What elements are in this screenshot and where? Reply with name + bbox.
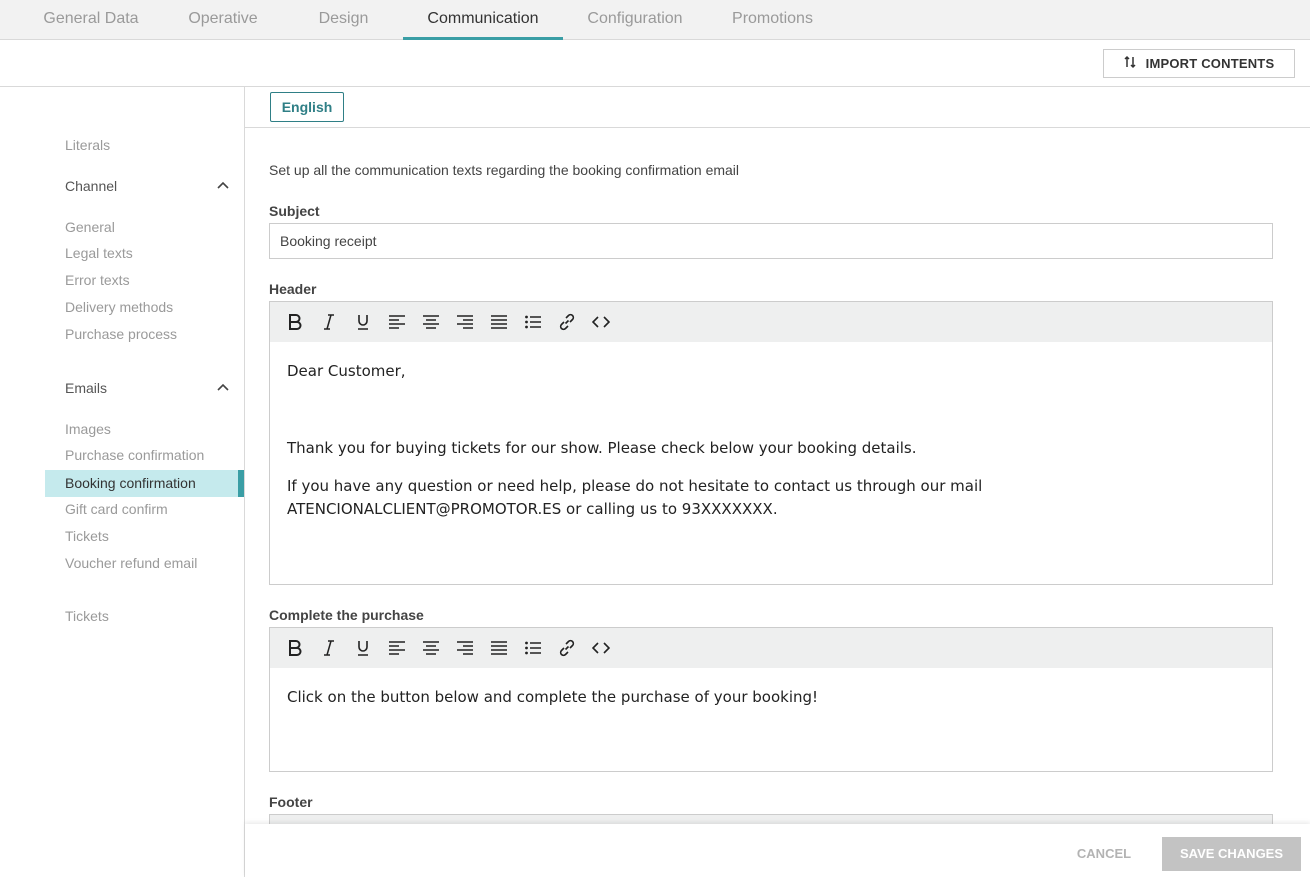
link-icon[interactable]	[554, 635, 580, 661]
code-icon[interactable]	[588, 635, 614, 661]
sidebar-item-delivery-methods[interactable]: Delivery methods	[65, 299, 173, 315]
sidebar: Literals Channel General Legal texts Err…	[0, 87, 245, 877]
cancel-button[interactable]: CANCEL	[1057, 837, 1151, 870]
import-contents-label: IMPORT CONTENTS	[1145, 56, 1275, 71]
tab-promotions[interactable]: Promotions	[707, 0, 838, 40]
sidebar-item-literals[interactable]: Literals	[65, 137, 110, 153]
complete-purchase-editor: Click on the button below and complete t…	[269, 627, 1273, 772]
chevron-up-icon	[217, 383, 229, 393]
complete-editor-toolbar	[270, 628, 1272, 668]
tab-operative[interactable]: Operative	[162, 0, 284, 40]
tab-communication[interactable]: Communication	[403, 0, 563, 40]
align-center-icon[interactable]	[418, 309, 444, 335]
header-editor-toolbar	[270, 302, 1272, 342]
sidebar-item-tickets[interactable]: Tickets	[65, 608, 109, 624]
align-left-icon[interactable]	[384, 309, 410, 335]
sidebar-group-label: Channel	[65, 178, 118, 194]
main-content: English Set up all the communication tex…	[245, 87, 1310, 877]
sidebar-item-voucher-refund-email[interactable]: Voucher refund email	[65, 555, 197, 571]
tab-configuration[interactable]: Configuration	[563, 0, 707, 40]
sidebar-item-images[interactable]: Images	[65, 421, 111, 437]
save-changes-button[interactable]: SAVE CHANGES	[1162, 837, 1301, 871]
complete-purchase-label: Complete the purchase	[269, 607, 424, 623]
editor-paragraph: Thank you for buying tickets for our sho…	[287, 439, 917, 457]
align-center-icon[interactable]	[418, 635, 444, 661]
editor-paragraph: Click on the button below and complete t…	[287, 688, 819, 706]
editor-paragraph: If you have any question or need help, p…	[287, 477, 983, 518]
sidebar-group-emails[interactable]: Emails	[65, 380, 229, 396]
bold-icon[interactable]	[282, 309, 308, 335]
complete-editor-body[interactable]: Click on the button below and complete t…	[270, 668, 1272, 742]
bold-icon[interactable]	[282, 635, 308, 661]
subject-label: Subject	[269, 203, 320, 219]
sidebar-item-general[interactable]: General	[65, 219, 115, 235]
tab-design[interactable]: Design	[284, 0, 403, 40]
tab-general-data[interactable]: General Data	[20, 0, 162, 40]
header-editor-body[interactable]: Dear Customer, Thank you for buying tick…	[270, 342, 1272, 554]
sidebar-item-purchase-process[interactable]: Purchase process	[65, 326, 177, 342]
subject-input[interactable]	[269, 223, 1273, 259]
sidebar-group-label: Emails	[65, 380, 108, 396]
sidebar-item-error-texts[interactable]: Error texts	[65, 272, 130, 288]
footer-label: Footer	[269, 794, 313, 810]
sidebar-item-tickets-email[interactable]: Tickets	[65, 528, 109, 544]
header-editor: Dear Customer, Thank you for buying tick…	[269, 301, 1273, 585]
italic-icon[interactable]	[316, 635, 342, 661]
align-justify-icon[interactable]	[486, 309, 512, 335]
sidebar-item-label: Booking confirmation	[65, 475, 196, 491]
sidebar-item-purchase-confirmation[interactable]: Purchase confirmation	[65, 447, 204, 463]
bottom-action-bar: CANCEL SAVE CHANGES	[245, 824, 1310, 877]
import-contents-button[interactable]: IMPORT CONTENTS	[1103, 49, 1295, 78]
sidebar-group-channel[interactable]: Channel	[65, 178, 229, 194]
bullet-list-icon[interactable]	[520, 309, 546, 335]
language-strip: English	[245, 87, 1310, 128]
editor-paragraph: Dear Customer,	[287, 362, 406, 380]
sidebar-item-booking-confirmation[interactable]: Booking confirmation	[45, 470, 244, 497]
action-bar: IMPORT CONTENTS	[0, 40, 1310, 87]
code-icon[interactable]	[588, 309, 614, 335]
intro-text: Set up all the communication texts regar…	[269, 162, 740, 178]
top-tab-bar: General Data Operative Design Communicat…	[0, 0, 1310, 40]
align-justify-icon[interactable]	[486, 635, 512, 661]
underline-icon[interactable]	[350, 309, 376, 335]
sort-arrows-icon	[1124, 55, 1136, 72]
sidebar-item-legal-texts[interactable]: Legal texts	[65, 245, 133, 261]
italic-icon[interactable]	[316, 309, 342, 335]
bullet-list-icon[interactable]	[520, 635, 546, 661]
footer-editor	[269, 814, 1273, 824]
link-icon[interactable]	[554, 309, 580, 335]
header-label: Header	[269, 281, 317, 297]
align-right-icon[interactable]	[452, 635, 478, 661]
underline-icon[interactable]	[350, 635, 376, 661]
sidebar-item-gift-card-confirm[interactable]: Gift card confirm	[65, 501, 168, 517]
language-english-button[interactable]: English	[270, 92, 344, 122]
chevron-up-icon	[217, 181, 229, 191]
align-left-icon[interactable]	[384, 635, 410, 661]
align-right-icon[interactable]	[452, 309, 478, 335]
